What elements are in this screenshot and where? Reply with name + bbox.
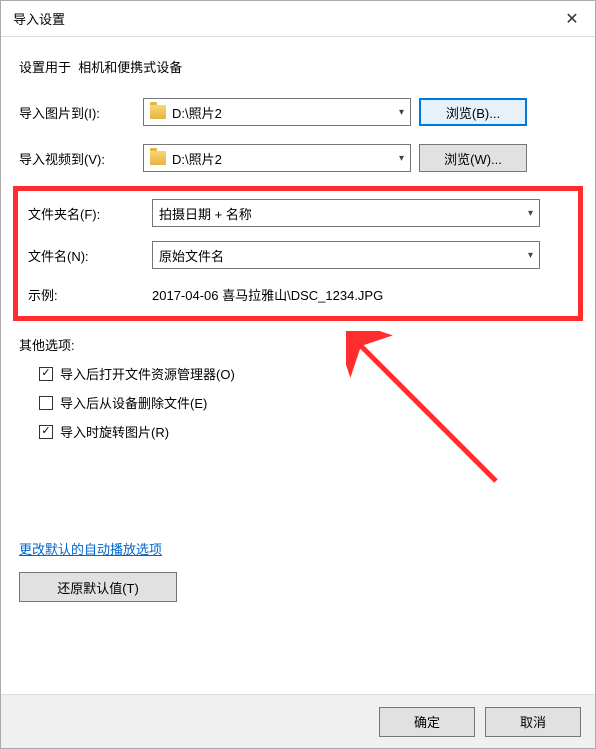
row-example: 示例: 2017-04-06 喜马拉雅山\DSC_1234.JPG	[28, 283, 568, 306]
label-file-name: 文件名(N):	[28, 246, 144, 265]
combo-file-name[interactable]: 原始文件名 ▾	[152, 241, 540, 269]
chevron-down-icon: ▾	[528, 250, 533, 261]
highlight-annotation-box: 文件夹名(F): 拍摄日期 + 名称 ▾ 文件名(N): 原始文件名 ▾ 示例:…	[13, 186, 583, 321]
label-import-videos: 导入视频到(V):	[19, 149, 135, 168]
row-import-videos: 导入视频到(V): D:\照片2 ▾ 浏览(W)...	[19, 144, 577, 172]
ok-button[interactable]: 确定	[379, 707, 475, 737]
browse-images-button[interactable]: 浏览(B)...	[419, 98, 527, 126]
row-import-images: 导入图片到(I): D:\照片2 ▾ 浏览(B)...	[19, 98, 577, 126]
browse-videos-button[interactable]: 浏览(W)...	[419, 144, 527, 172]
combo-folder-name[interactable]: 拍摄日期 + 名称 ▾	[152, 199, 540, 227]
checkbox-row-2: ✓ 导入时旋转图片(R)	[39, 422, 577, 441]
combo-value: D:\照片2	[172, 149, 222, 168]
footer: 确定 取消	[1, 694, 595, 748]
combo-value: 拍摄日期 + 名称	[159, 204, 252, 223]
window-title: 导入设置	[13, 9, 65, 28]
autoplay-link[interactable]: 更改默认的自动播放选项	[19, 539, 162, 558]
close-icon: ✕	[565, 9, 578, 29]
heading: 设置用于 相机和便携式设备	[19, 57, 577, 76]
checkbox-delete-after[interactable]	[39, 396, 53, 410]
other-options: 其他选项: ✓ 导入后打开文件资源管理器(O) 导入后从设备删除文件(E) ✓ …	[19, 335, 577, 441]
other-options-label: 其他选项:	[19, 335, 577, 354]
combo-value: D:\照片2	[172, 103, 222, 122]
checkbox-row-0: ✓ 导入后打开文件资源管理器(O)	[39, 364, 577, 383]
label-example: 示例:	[28, 285, 144, 304]
label-folder-name: 文件夹名(F):	[28, 204, 144, 223]
row-file-name: 文件名(N): 原始文件名 ▾	[28, 241, 568, 269]
chevron-down-icon: ▾	[399, 153, 404, 164]
folder-icon	[150, 105, 166, 119]
content-area: 设置用于 相机和便携式设备 导入图片到(I): D:\照片2 ▾ 浏览(B)..…	[1, 37, 595, 602]
checkbox-label: 导入后打开文件资源管理器(O)	[60, 364, 235, 383]
folder-icon	[150, 151, 166, 165]
checkbox-label: 导入时旋转图片(R)	[60, 422, 169, 441]
chevron-down-icon: ▾	[528, 208, 533, 219]
close-button[interactable]: ✕	[549, 1, 595, 37]
checkbox-open-explorer[interactable]: ✓	[39, 367, 53, 381]
combo-value: 原始文件名	[159, 246, 224, 265]
checkbox-rotate[interactable]: ✓	[39, 425, 53, 439]
heading-device: 相机和便携式设备	[78, 60, 182, 75]
label-import-images: 导入图片到(I):	[19, 103, 135, 122]
restore-defaults-button[interactable]: 还原默认值(T)	[19, 572, 177, 602]
titlebar: 导入设置 ✕	[1, 1, 595, 37]
row-folder-name: 文件夹名(F): 拍摄日期 + 名称 ▾	[28, 199, 568, 227]
checkbox-label: 导入后从设备删除文件(E)	[60, 393, 207, 412]
example-text: 2017-04-06 喜马拉雅山\DSC_1234.JPG	[152, 283, 568, 306]
chevron-down-icon: ▾	[399, 107, 404, 118]
checkbox-row-1: 导入后从设备删除文件(E)	[39, 393, 577, 412]
combo-import-videos[interactable]: D:\照片2 ▾	[143, 144, 411, 172]
combo-import-images[interactable]: D:\照片2 ▾	[143, 98, 411, 126]
heading-prefix: 设置用于	[19, 60, 71, 75]
cancel-button[interactable]: 取消	[485, 707, 581, 737]
